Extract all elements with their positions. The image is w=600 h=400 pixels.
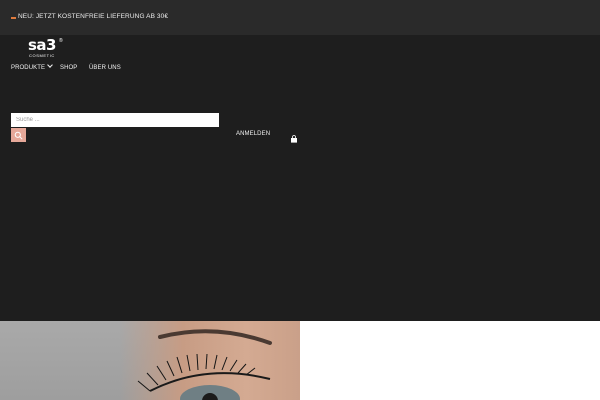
logo-subtitle: COSMETIC bbox=[29, 53, 55, 58]
hero-image bbox=[0, 321, 300, 400]
announcement-bar: NEU: JETZT KOSTENFREIE LIEFERUNG AB 30€ bbox=[0, 0, 600, 35]
chevron-down-icon bbox=[47, 62, 53, 68]
shopping-bag-icon bbox=[291, 135, 297, 143]
hero-right-panel bbox=[300, 321, 600, 400]
cart-button[interactable] bbox=[290, 130, 298, 143]
logo[interactable]: sa3 ® COSMETIC bbox=[28, 38, 68, 60]
nav-item-ueber-uns[interactable]: ÜBER UNS bbox=[89, 65, 121, 71]
search-button[interactable] bbox=[11, 128, 26, 142]
nav-item-shop[interactable]: SHOP bbox=[60, 65, 77, 71]
eyelash-illustration bbox=[137, 329, 272, 400]
logo-wordmark: sa3 bbox=[28, 36, 57, 54]
logo-registered-mark: ® bbox=[59, 38, 63, 44]
site-header: sa3 ® COSMETIC PRODUKTE SHOP ÜBER UNS AN… bbox=[0, 35, 600, 321]
announcement-dash bbox=[11, 17, 16, 19]
nav-item-produkte[interactable]: PRODUKTE bbox=[11, 62, 53, 71]
search-input[interactable] bbox=[11, 113, 219, 127]
announcement-text: NEU: JETZT KOSTENFREIE LIEFERUNG AB 30€ bbox=[18, 13, 169, 20]
login-link[interactable]: ANMELDEN bbox=[236, 131, 270, 137]
search-icon bbox=[14, 131, 23, 140]
nav-item-label: PRODUKTE bbox=[11, 65, 46, 71]
